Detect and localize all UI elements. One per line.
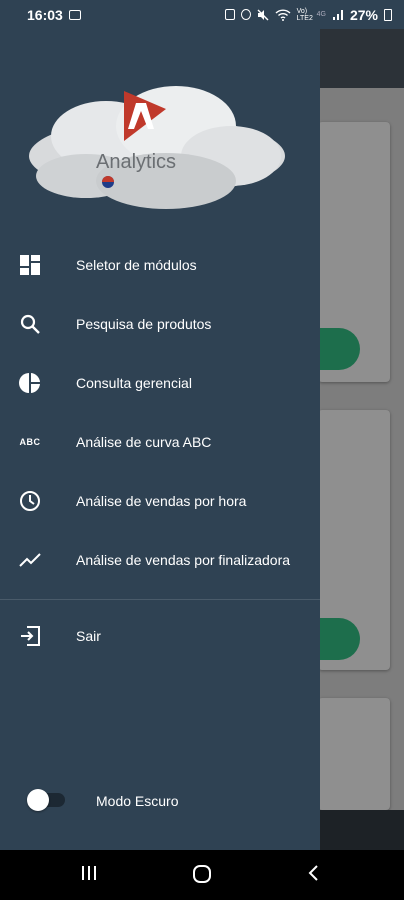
abc-icon: ABC (19, 437, 41, 447)
volte-indicator: Vo) LTE2 (296, 7, 313, 22)
toggle-knob (27, 789, 49, 811)
clock-icon (18, 489, 42, 513)
menu-divider (0, 599, 320, 600)
logout-icon (18, 624, 42, 648)
background-green-button (318, 328, 360, 370)
signal-icon (332, 9, 343, 20)
menu-item-management-query[interactable]: Consulta gerencial (0, 354, 320, 412)
notification-icon (224, 9, 235, 20)
status-bar: 16:03 Vo) LTE2 4G 27% (0, 0, 404, 29)
dark-mode-label: Modo Escuro (96, 793, 179, 809)
network-type: 4G (316, 11, 326, 18)
menu-item-label: Pesquisa de produtos (76, 316, 212, 332)
wifi-icon (275, 8, 291, 21)
menu-item-label: Consulta gerencial (76, 375, 192, 391)
background-green-button (318, 618, 360, 660)
trending-up-icon (18, 548, 42, 572)
navigation-drawer: Analytics Seletor de módulos Pesquisa de… (0, 29, 320, 850)
logout-label: Sair (76, 628, 101, 644)
back-icon[interactable] (306, 864, 320, 882)
menu-item-label: Análise de curva ABC (76, 434, 212, 450)
search-icon (18, 312, 42, 336)
alarm-icon (240, 9, 251, 20)
menu-item-sales-by-hour[interactable]: Análise de vendas por hora (0, 472, 320, 530)
logout-button[interactable]: Sair (0, 607, 320, 665)
background-card (318, 698, 390, 810)
system-navigation-bar (0, 850, 404, 900)
mute-icon (257, 9, 269, 20)
recent-apps-icon[interactable] (80, 864, 98, 882)
logo-text: Analytics (96, 151, 176, 173)
menu-item-label: Seletor de módulos (76, 257, 197, 273)
dark-mode-toggle[interactable] (27, 788, 67, 812)
analytics-logo: Analytics (29, 86, 285, 209)
battery-percent: 27% (349, 6, 378, 23)
gallery-notification-icon (68, 9, 81, 20)
home-icon[interactable] (192, 864, 212, 884)
menu-item-label: Análise de vendas por finalizadora (76, 552, 291, 568)
pie-chart-icon (18, 371, 42, 395)
menu-item-sales-by-finalizer[interactable]: Análise de vendas por finalizadora (0, 531, 320, 589)
menu-item-module-selector[interactable]: Seletor de módulos (0, 236, 320, 294)
grid-icon (18, 253, 42, 277)
status-time: 16:03 (27, 6, 63, 23)
menu-item-product-search[interactable]: Pesquisa de produtos (0, 295, 320, 353)
battery-icon (384, 8, 392, 21)
menu-item-abc-curve[interactable]: ABC Análise de curva ABC (0, 413, 320, 471)
menu-item-label: Análise de vendas por hora (76, 493, 247, 509)
